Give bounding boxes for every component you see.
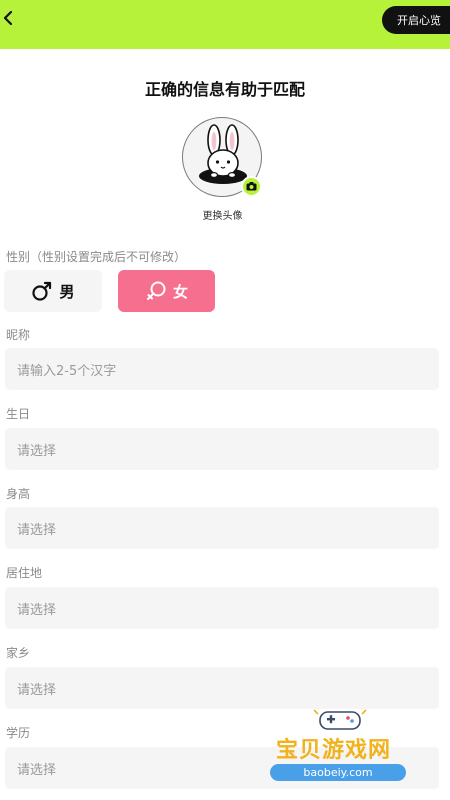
hometown-select[interactable]: 请选择: [5, 667, 439, 709]
top-bar: 开启心览: [0, 0, 450, 49]
birthday-label: 生日: [6, 407, 31, 421]
page-title: 正确的信息有助于匹配: [144, 80, 305, 99]
watermark: 宝贝游戏网 baobeiy.com: [270, 704, 420, 796]
gender-male-button[interactable]: 男: [4, 270, 102, 312]
height-label: 身高: [6, 487, 31, 501]
nickname-input[interactable]: 请输入2-5个汉字: [5, 348, 439, 390]
gamepad-icon: [313, 709, 367, 730]
residence-select[interactable]: 请选择: [5, 587, 439, 629]
residence-label: 居住地: [6, 566, 43, 580]
watermark-name: 宝贝游戏网: [276, 738, 392, 763]
birthday-select[interactable]: 请选择: [5, 428, 439, 470]
gender-male-label: 男: [59, 282, 75, 301]
male-symbol-icon: [32, 281, 52, 301]
nickname-label: 昵称: [6, 328, 31, 342]
gender-female-button[interactable]: 女: [118, 270, 215, 312]
change-avatar-label[interactable]: 更换头像: [0, 207, 445, 222]
start-button[interactable]: 开启心览: [382, 6, 450, 34]
hometown-label: 家乡: [6, 646, 31, 660]
gender-female-label: 女: [172, 282, 188, 301]
watermark-url: baobeiy.com: [270, 764, 406, 781]
gender-label: 性别（性别设置完成后不可修改）: [6, 250, 187, 264]
education-label: 学历: [6, 726, 31, 740]
back-arrow-icon[interactable]: [2, 8, 22, 28]
camera-icon[interactable]: [241, 176, 262, 197]
female-symbol-icon: [146, 281, 166, 300]
height-select[interactable]: 请选择: [5, 507, 439, 549]
